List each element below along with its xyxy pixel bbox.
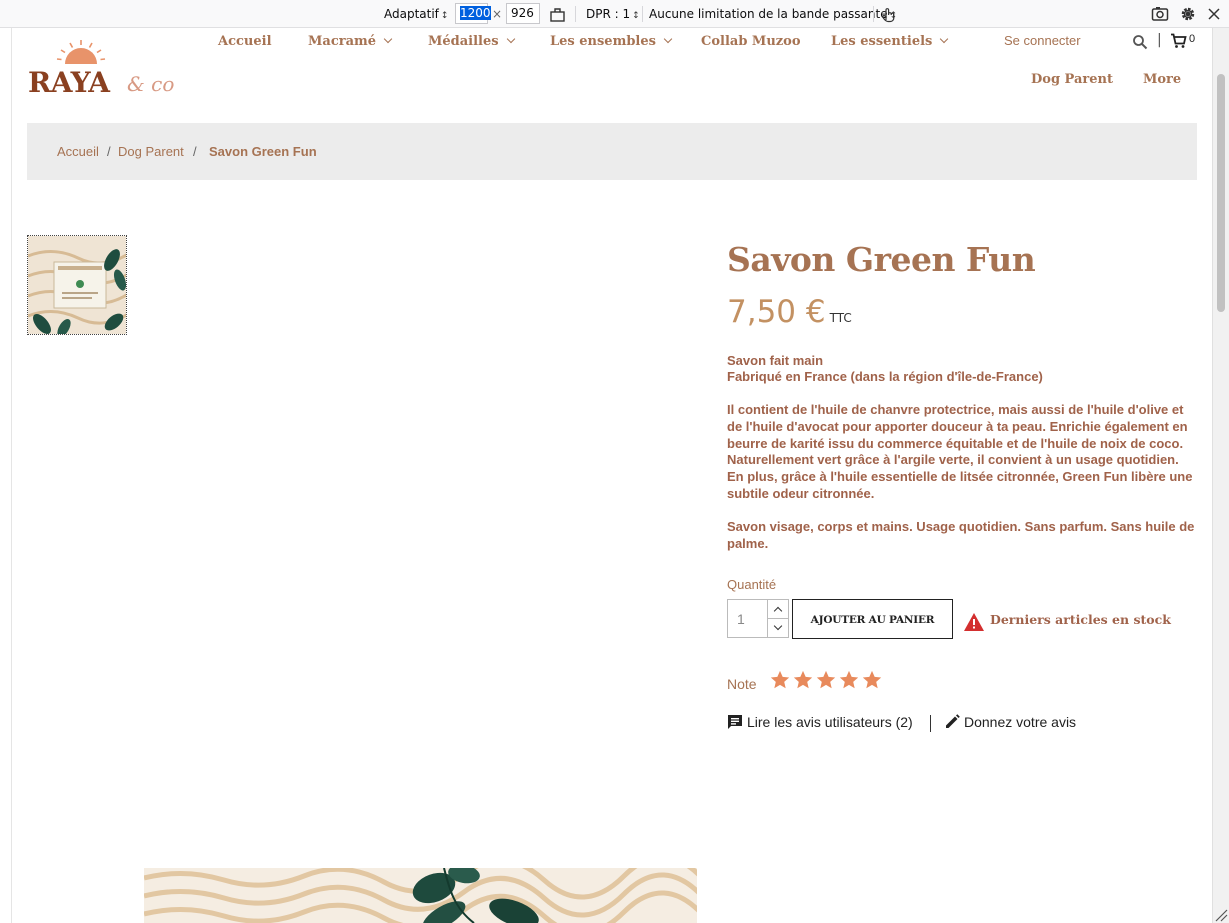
toolbar-divider	[873, 6, 874, 22]
quantity-decrement-button[interactable]	[767, 618, 789, 638]
header-separator: |	[1157, 32, 1162, 48]
breadcrumb-current: Savon Green Fun	[209, 144, 317, 159]
product-desc-origin: Fabriqué en France (dans la région d'île…	[727, 369, 1043, 384]
chevron-down-icon	[940, 34, 949, 44]
breadcrumb-home[interactable]: Accueil	[57, 144, 99, 159]
quantity-increment-button[interactable]	[767, 599, 789, 619]
chevron-down-icon	[506, 34, 515, 44]
quantity-label: Quantité	[727, 577, 777, 592]
rotate-viewport-icon[interactable]	[548, 4, 568, 24]
dpr-selector[interactable]: DPR : 1	[586, 5, 640, 23]
chevron-down-icon	[773, 621, 783, 631]
write-review-link[interactable]: Donnez votre avis	[945, 714, 1076, 730]
read-reviews-link[interactable]: Lire les avis utilisateurs (2)	[727, 714, 913, 730]
screenshot-icon[interactable]	[1150, 4, 1170, 24]
nav-dog-parent[interactable]: Dog Parent	[1031, 72, 1113, 87]
throttling-selector[interactable]: Aucune limitation de la bande passante	[649, 5, 897, 23]
web-page-viewport: RAYA & co Accueil Macramé Médailles Les …	[12, 28, 1212, 923]
sign-in-link[interactable]: Se connecter	[1004, 33, 1081, 48]
toolbar-divider	[575, 6, 576, 22]
page-scrollbar[interactable]	[1212, 28, 1229, 923]
review-divider	[930, 715, 931, 732]
stock-availability: Derniers articles en stock	[990, 612, 1171, 627]
touch-simulation-icon[interactable]	[878, 4, 898, 24]
nav-macrame[interactable]: Macramé	[308, 34, 393, 49]
product-thumbnail[interactable]	[27, 235, 127, 335]
dimension-separator: ×	[492, 7, 503, 21]
warning-icon	[964, 613, 984, 631]
product-price: 7,50 € TTC	[727, 294, 852, 330]
chevron-down-icon	[383, 34, 393, 44]
nav-more[interactable]: More	[1143, 72, 1181, 87]
toolbar-divider	[642, 6, 643, 22]
star-icon	[770, 670, 790, 689]
viewport-height-input[interactable]: 926	[506, 3, 540, 24]
viewport-resize-handle-icon[interactable]	[1212, 906, 1229, 923]
product-desc-usage: Savon visage, corps et mains. Usage quot…	[727, 519, 1195, 551]
pencil-icon	[946, 714, 960, 728]
logo-script: & co	[127, 72, 175, 96]
product-desc-handmade: Savon fait main	[727, 353, 824, 368]
product-main-image[interactable]	[144, 868, 697, 923]
logo-wordmark: RAYA	[28, 66, 110, 99]
viewport-frame-edge	[0, 28, 12, 923]
chevron-down-icon	[663, 34, 673, 44]
device-selector[interactable]: Adaptatif	[384, 5, 448, 23]
breadcrumb-separator: /	[193, 144, 197, 159]
breadcrumb-dog-parent[interactable]: Dog Parent	[118, 144, 184, 159]
rating-label: Note	[727, 676, 757, 692]
star-icon	[816, 670, 836, 689]
comment-icon	[728, 715, 742, 729]
nav-medailles[interactable]: Médailles	[428, 34, 515, 49]
chevron-up-icon	[773, 606, 783, 616]
breadcrumb: Accueil / Dog Parent / Savon Green Fun	[27, 123, 1197, 180]
site-logo[interactable]: RAYA & co	[27, 38, 197, 99]
star-icon	[839, 670, 859, 689]
responsive-design-toolbar: Adaptatif 1200 × 926 DPR : 1 Aucune limi…	[0, 0, 1229, 28]
breadcrumb-separator: /	[107, 144, 111, 159]
star-icon	[862, 670, 882, 689]
search-icon[interactable]	[1132, 34, 1148, 50]
viewport-width-input[interactable]: 1200	[455, 3, 491, 24]
nav-accueil[interactable]: Accueil	[218, 34, 272, 49]
quantity-input[interactable]: 1	[727, 599, 768, 638]
product-main-image-graphic	[144, 868, 697, 923]
cart-count[interactable]: 0	[1189, 33, 1195, 45]
close-icon[interactable]	[1204, 4, 1224, 24]
nav-les-essentiels[interactable]: Les essentiels	[831, 34, 949, 49]
star-icon	[793, 670, 813, 689]
product-title: Savon Green Fun	[727, 240, 1036, 279]
product-thumbnail-image	[28, 236, 126, 334]
add-to-cart-button[interactable]: AJOUTER AU PANIER	[792, 599, 953, 639]
shopping-cart-icon[interactable]	[1170, 33, 1187, 49]
sun-logo-icon	[56, 40, 106, 64]
price-tax-label: TTC	[829, 311, 852, 325]
settings-gear-icon[interactable]	[1178, 4, 1198, 24]
scrollbar-thumb[interactable]	[1217, 74, 1225, 312]
nav-collab-muzoo[interactable]: Collab Muzoo	[701, 34, 801, 49]
product-desc-ingredients: Il contient de l'huile de chanvre protec…	[727, 402, 1193, 501]
nav-les-ensembles[interactable]: Les ensembles	[550, 34, 673, 49]
